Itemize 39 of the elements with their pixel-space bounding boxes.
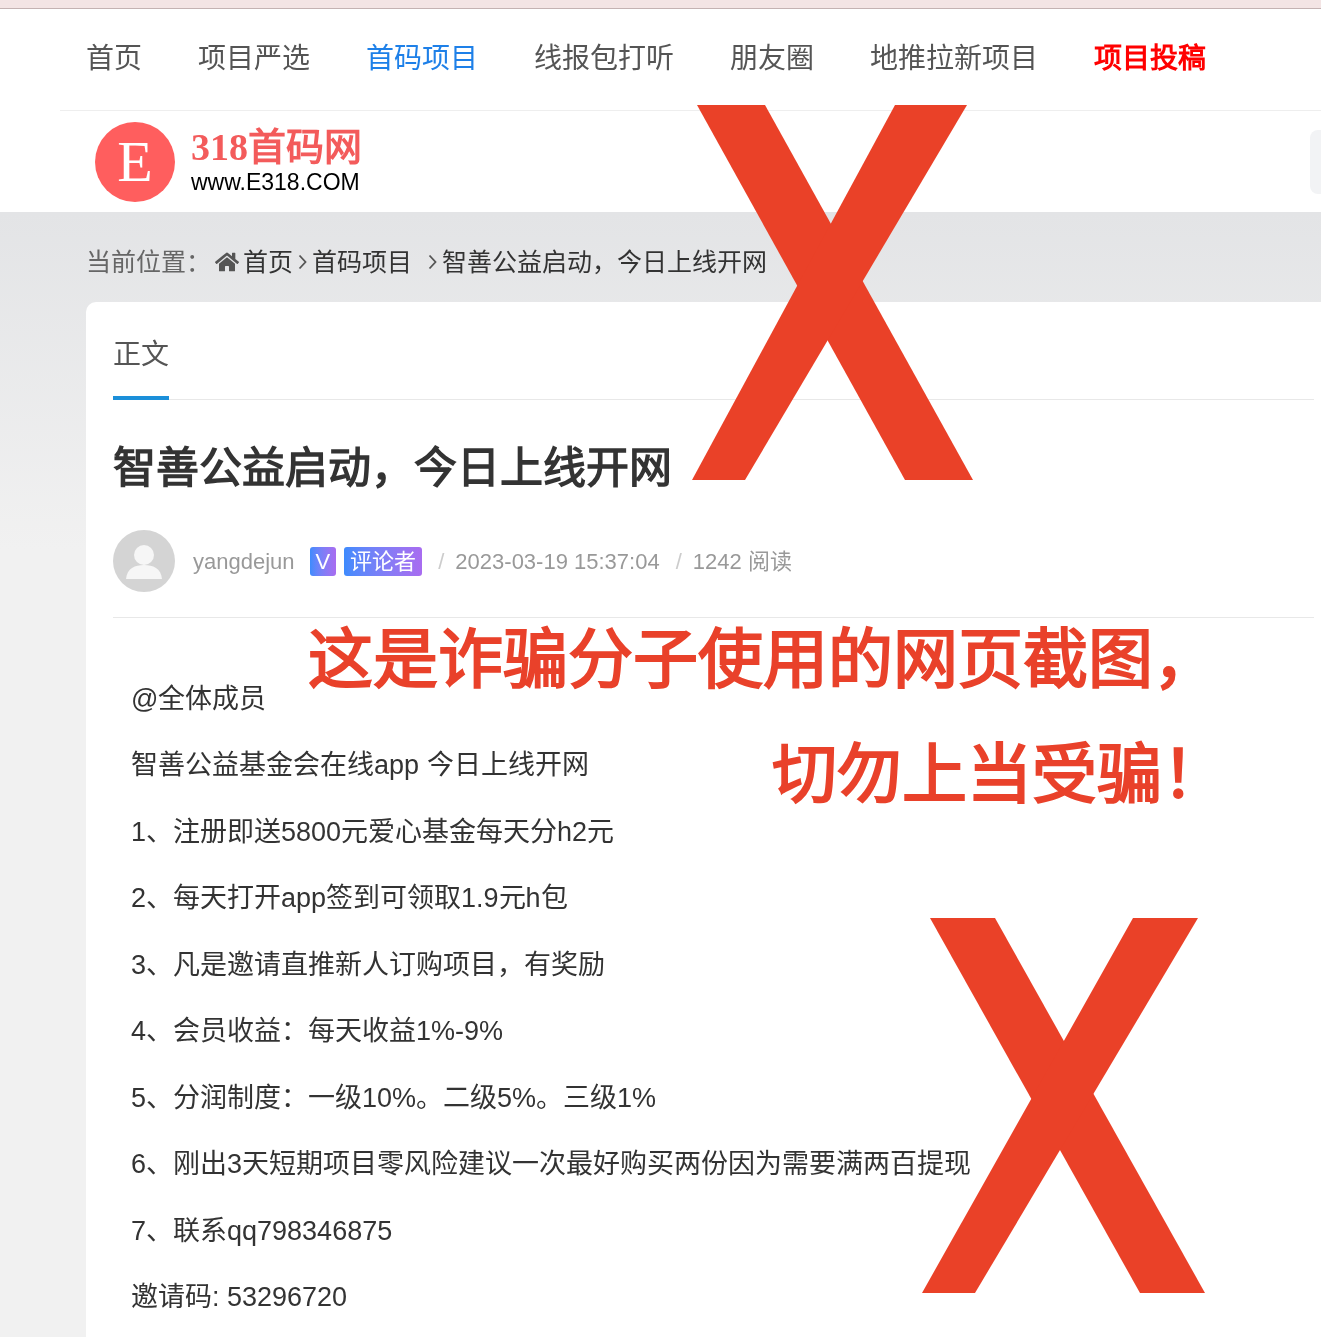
- breadcrumb-link[interactable]: 首码项目: [312, 244, 412, 280]
- avatar-icon: [113, 530, 175, 592]
- paragraph: @全体成员: [131, 683, 267, 716]
- nav-link[interactable]: 首页: [86, 41, 142, 78]
- nav-link[interactable]: 朋友圈: [730, 41, 814, 78]
- breadcrumb-label: 当前位置：: [86, 247, 211, 278]
- nav-link[interactable]: 首码项目: [366, 41, 478, 78]
- paragraph: 邀请码: 53296720: [131, 1280, 348, 1314]
- home-icon: [215, 251, 239, 273]
- meta-text: 1242 阅读: [692, 547, 792, 576]
- logo-name: 318首码网: [191, 126, 362, 169]
- paragraph: 3、凡是邀请直推新人订购项目，有奖励: [131, 948, 606, 982]
- breadcrumb-link[interactable]: 首页: [243, 244, 293, 280]
- paragraph: 2、每天打开app签到可领取1.9元h包: [131, 882, 568, 916]
- nav-link[interactable]: 项目投稿: [1094, 41, 1206, 78]
- paragraph: 6、刚出3天短期项目零风险建议一次最好购买两份因为需要满两百提现: [131, 1148, 972, 1182]
- breadcrumb-link[interactable]: 智善公益启动，今日上线开网: [442, 244, 767, 280]
- paragraph: 4、会员收益：每天收益1%-9%: [131, 1015, 504, 1049]
- paragraph: 5、分润制度：一级10%。二级5%。三级1%: [131, 1081, 657, 1115]
- meta-text: 2023-03-19 15:37:04: [455, 547, 660, 576]
- logo-url: www.E318.COM: [191, 168, 360, 197]
- nav-link[interactable]: 项目严选: [198, 41, 310, 78]
- user-badge: V: [309, 546, 337, 576]
- logo-mark: E: [95, 121, 175, 202]
- warning-text: 切勿上当受骗！: [772, 742, 1227, 807]
- user-badge: 评论者: [344, 546, 423, 576]
- nav-link[interactable]: 线报包打听: [534, 41, 674, 78]
- chevron-right-icon: [298, 254, 307, 270]
- warning-text: 这是诈骗分子使用的网页截图，: [308, 627, 1218, 692]
- author-name: yangdejun: [193, 547, 295, 576]
- paragraph: 7、联系qq798346875: [131, 1214, 393, 1248]
- meta-separator: /: [438, 547, 445, 576]
- article-title: 智善公益启动，今日上线开网: [113, 443, 672, 494]
- nav-link[interactable]: 地推拉新项目: [870, 41, 1038, 78]
- tab[interactable]: 正文: [113, 337, 169, 400]
- chevron-right-icon: [428, 254, 437, 270]
- paragraph: 智善公益基金会在线app 今日上线开网: [131, 749, 589, 783]
- paragraph: 1、注册即送5800元爱心基金每天分h2元: [131, 815, 615, 849]
- meta-separator: /: [675, 547, 682, 576]
